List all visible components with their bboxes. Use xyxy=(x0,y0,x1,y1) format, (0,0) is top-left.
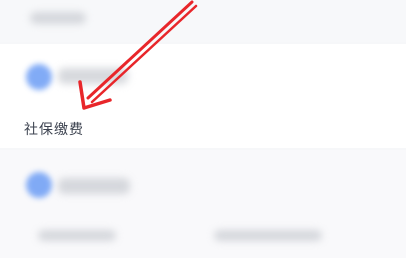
red-arrow-annotation xyxy=(78,0,198,110)
app-screen: 社保缴费 xyxy=(0,0,406,258)
